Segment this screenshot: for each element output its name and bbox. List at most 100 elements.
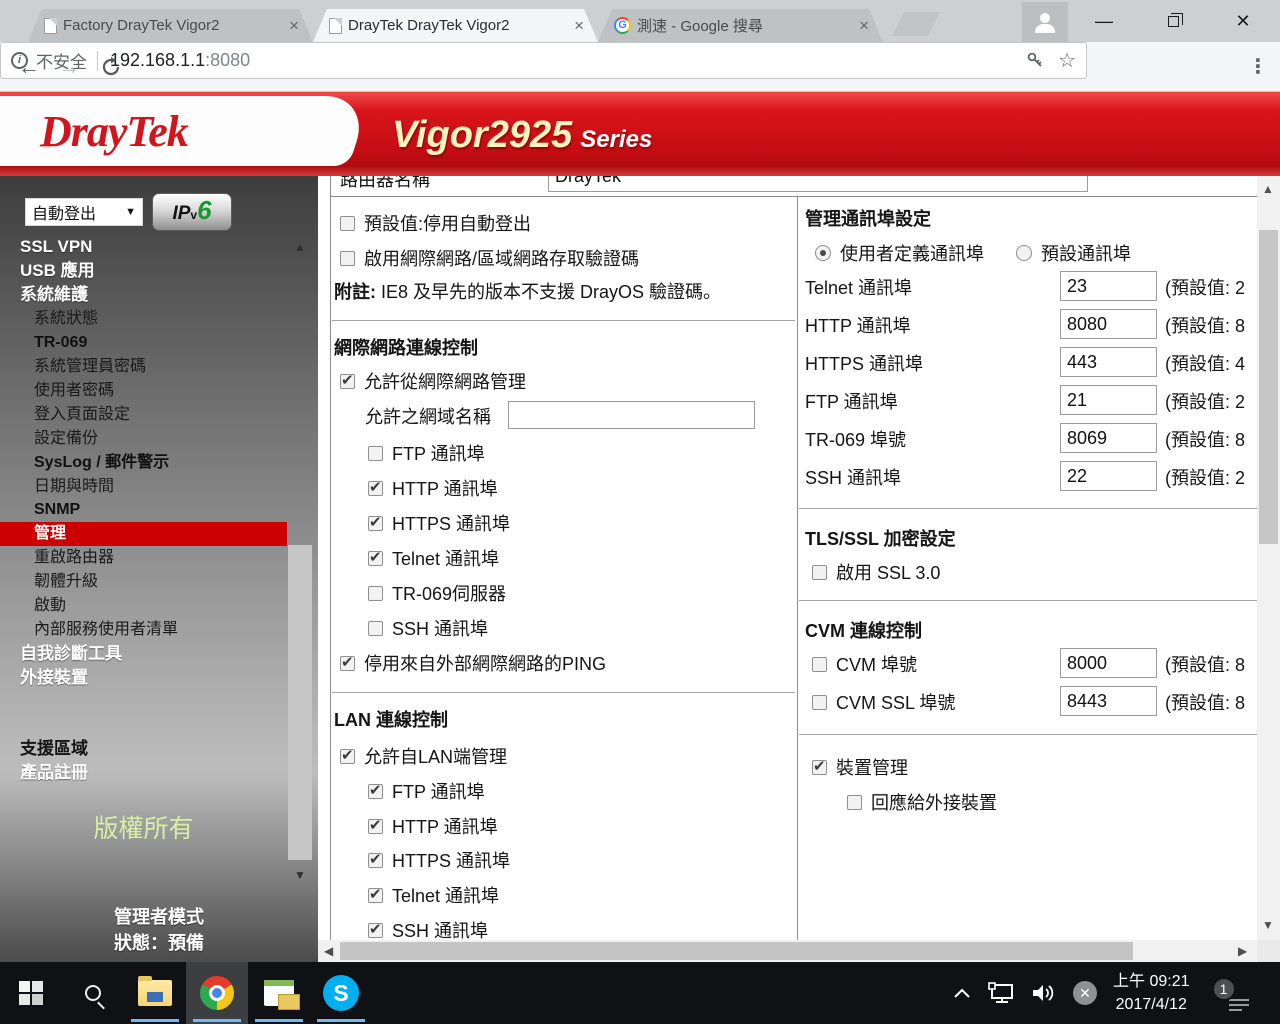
checkbox-unchecked[interactable]: [340, 251, 355, 266]
radio-selected[interactable]: [815, 245, 831, 261]
vertical-scrollbar[interactable]: ▲ ▼: [1257, 176, 1280, 940]
checkbox-unchecked[interactable]: [368, 446, 383, 461]
checkbox-unchecked[interactable]: [847, 795, 862, 810]
sidebar-scroll-up-icon[interactable]: ▲: [288, 239, 312, 255]
scroll-right-icon[interactable]: ▶: [1238, 944, 1247, 958]
checkbox-checked[interactable]: [368, 819, 383, 834]
sidebar-item-support-area[interactable]: 支援區域: [0, 737, 287, 761]
sidebar-item-product-registration[interactable]: 產品註冊: [0, 761, 287, 785]
sidebar-item-usb[interactable]: USB 應用: [0, 259, 287, 283]
browser-menu-button[interactable]: ⋮: [1243, 52, 1273, 82]
http-port-label: HTTP 通訊埠: [805, 312, 911, 338]
taskbar-file-explorer[interactable]: [124, 962, 186, 1024]
sidebar-scroll-down-icon[interactable]: ▼: [288, 867, 312, 883]
checkbox-checked[interactable]: [368, 551, 383, 566]
start-button[interactable]: [0, 962, 62, 1024]
address-bar[interactable]: i 不安全 192.168.1.1 :8080 ☆: [0, 42, 1087, 79]
sidebar-scrollbar-thumb[interactable]: [288, 545, 312, 860]
domain-name-input[interactable]: [508, 401, 755, 429]
sidebar-item-admin-password[interactable]: 系統管理員密碼: [0, 355, 287, 379]
tab-draytek-active[interactable]: DrayTek DrayTek Vigor2 ×: [313, 9, 598, 42]
horizontal-scrollbar-thumb[interactable]: [340, 942, 1133, 960]
sidebar-item-diagnostics[interactable]: 自我診斷工具: [0, 642, 287, 666]
profile-avatar[interactable]: [1022, 2, 1068, 42]
ssh-port-input[interactable]: [1060, 461, 1157, 491]
sidebar-item-syslog[interactable]: SysLog / 郵件警示: [0, 451, 287, 475]
tab-google-search[interactable]: 測速 - Google 搜尋 ×: [598, 9, 883, 42]
sidebar-item-activation[interactable]: 啟動: [0, 594, 287, 618]
checkbox-unchecked[interactable]: [340, 216, 355, 231]
sidebar-item-system-status[interactable]: 系統狀態: [0, 307, 287, 331]
sidebar-item-config-backup[interactable]: 設定備份: [0, 427, 287, 451]
scroll-up-icon[interactable]: ▲: [1262, 182, 1274, 196]
scroll-left-icon[interactable]: ◀: [324, 944, 333, 958]
auto-logout-select[interactable]: 自動登出 ▼: [25, 198, 143, 226]
vertical-scrollbar-thumb[interactable]: [1259, 230, 1278, 544]
checkbox-unchecked[interactable]: [812, 657, 827, 672]
back-button[interactable]: ←: [12, 50, 46, 84]
sidebar-item-internal-service[interactable]: 內部服務使用者清單: [0, 618, 287, 642]
taskbar-mail[interactable]: [248, 962, 310, 1024]
checkbox-checked[interactable]: [368, 923, 383, 938]
speaker-icon[interactable]: [1031, 982, 1057, 1004]
new-tab-button[interactable]: [892, 12, 941, 36]
checkbox-checked[interactable]: [368, 481, 383, 496]
sidebar-item-firmware-upgrade[interactable]: 韌體升級: [0, 570, 287, 594]
restore-button[interactable]: [1142, 0, 1204, 42]
sidebar-item-management-selected[interactable]: 管理: [0, 522, 287, 546]
x-circle-icon[interactable]: ✕: [1073, 981, 1097, 1005]
checkbox-unchecked[interactable]: [368, 586, 383, 601]
ftp-port-input[interactable]: [1060, 385, 1157, 415]
checkbox-checked[interactable]: [340, 656, 355, 671]
checkbox-checked[interactable]: [368, 888, 383, 903]
scroll-down-icon[interactable]: ▼: [1262, 918, 1274, 932]
chevron-up-icon[interactable]: [953, 987, 971, 999]
minimize-button[interactable]: —: [1073, 0, 1135, 42]
sidebar-item-time-date[interactable]: 日期與時間: [0, 475, 287, 499]
tr069-default-value: (預設值: 8: [1165, 426, 1245, 452]
sidebar-item-reboot[interactable]: 重啟路由器: [0, 546, 287, 570]
tab-close-icon[interactable]: ×: [570, 16, 588, 36]
https-port-input[interactable]: [1060, 347, 1157, 377]
checkbox-checked[interactable]: [340, 749, 355, 764]
close-button[interactable]: ✕: [1212, 0, 1274, 42]
checkbox-checked[interactable]: [340, 374, 355, 389]
checkbox-unchecked[interactable]: [812, 565, 827, 580]
checkbox-checked[interactable]: [368, 516, 383, 531]
ipv6-button[interactable]: IPv6: [152, 193, 232, 231]
key-icon[interactable]: [1027, 52, 1044, 69]
checkbox-unchecked[interactable]: [368, 621, 383, 636]
lan-ftp-row: FTP 通訊埠: [368, 778, 485, 804]
bookmark-star-icon[interactable]: ☆: [1058, 48, 1076, 73]
sidebar-item-system-maintenance[interactable]: 系統維護: [0, 283, 287, 307]
radio-unselected[interactable]: [1016, 245, 1032, 261]
reload-button[interactable]: [94, 50, 128, 84]
checkbox-checked[interactable]: [368, 853, 383, 868]
forward-button[interactable]: →: [52, 50, 86, 84]
checkbox-checked[interactable]: [812, 760, 827, 775]
horizontal-scrollbar[interactable]: ◀ ▶: [318, 940, 1257, 962]
cvm-port-input[interactable]: [1060, 648, 1157, 678]
checkbox-unchecked[interactable]: [812, 695, 827, 710]
tr069-port-input[interactable]: [1060, 423, 1157, 453]
http-port-input[interactable]: [1060, 309, 1157, 339]
taskbar-search-button[interactable]: [62, 962, 124, 1024]
taskbar-skype[interactable]: S: [310, 962, 372, 1024]
sidebar-item-user-password[interactable]: 使用者密碼: [0, 379, 287, 403]
telnet-port-input[interactable]: [1060, 271, 1157, 301]
checkbox-checked[interactable]: [368, 784, 383, 799]
tab-factory-draytek[interactable]: Factory DrayTek Vigor2 ×: [28, 9, 313, 42]
router-name-input[interactable]: [548, 176, 1088, 192]
tab-close-icon[interactable]: ×: [855, 16, 873, 36]
sidebar-item-external-devices[interactable]: 外接裝置: [0, 666, 287, 690]
sidebar-item-snmp[interactable]: SNMP: [0, 498, 287, 522]
cvm-ssl-port-input[interactable]: [1060, 686, 1157, 716]
tab-close-icon[interactable]: ×: [285, 16, 303, 36]
taskbar-clock[interactable]: 上午 09:21 2017/4/12: [1113, 970, 1190, 1016]
ssh-default-value: (預設值: 2: [1165, 464, 1245, 490]
network-icon[interactable]: [987, 981, 1015, 1005]
sidebar-item-login-page[interactable]: 登入頁面設定: [0, 403, 287, 427]
taskbar-chrome-active[interactable]: [186, 962, 248, 1024]
sidebar-item-ssl-vpn[interactable]: SSL VPN: [0, 235, 287, 259]
sidebar-item-tr069[interactable]: TR-069: [0, 331, 287, 355]
